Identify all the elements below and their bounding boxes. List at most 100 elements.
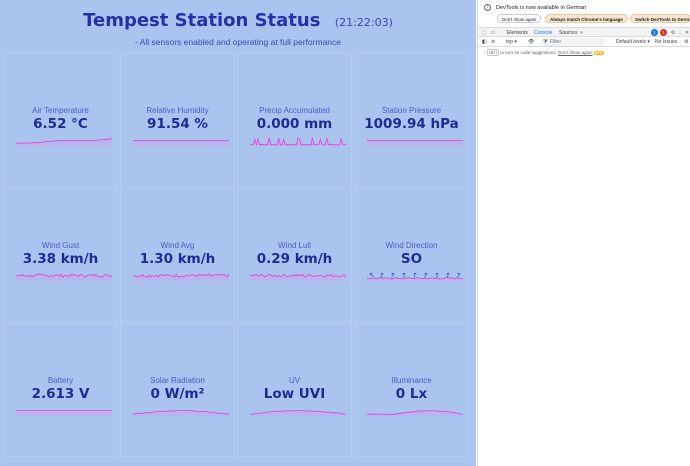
info-count-badge[interactable]: 1 — [651, 29, 658, 36]
context-selector[interactable]: top ▾ — [506, 39, 517, 45]
devtools-panel: i DevTools is now available in German Do… — [477, 0, 690, 466]
error-count-badge[interactable]: 1 — [660, 29, 667, 36]
status-time: (21:22:03) — [334, 16, 393, 29]
sparkline-area — [133, 140, 229, 146]
title-row: Tempest Station Status (21:22:03) — [0, 10, 476, 31]
tile-uv: UV Low UVI — [237, 323, 352, 457]
sparkline-wind-direction — [366, 272, 464, 281]
sparkline-area — [16, 410, 112, 416]
suggestion-text: to turn on code suggestions. — [500, 50, 557, 55]
tile-wind-direction: Wind Direction SO — [354, 188, 469, 322]
tile-label: Relative Humidity — [146, 106, 209, 115]
tile-label: Illuminance — [391, 376, 432, 385]
tile-illuminance: Illuminance 0 Lx — [354, 323, 469, 457]
tile-station-pressure: Station Pressure 1009.94 hPa — [354, 53, 469, 187]
match-language-button[interactable]: Always match Chrome's language — [545, 14, 628, 23]
devtools-tabbar: ⬚ ▭ Elements Console Sources » 1 1 ⚙ ⋮ ✕ — [478, 27, 690, 38]
issues-count[interactable]: No Issues — [655, 39, 677, 45]
tab-sources[interactable]: Sources — [559, 29, 577, 37]
sparkline-battery — [16, 410, 112, 416]
tile-value: Low UVI — [263, 386, 326, 402]
eye-icon[interactable]: 👁 — [528, 39, 534, 45]
prompt-icon: › — [484, 50, 486, 55]
tile-label: Wind Lull — [278, 241, 311, 250]
sparkline-relative-humidity — [133, 140, 229, 146]
tile-battery: Battery 2.613 V — [3, 323, 118, 457]
tile-solar-radiation: Solar Radiation 0 W/m² — [120, 323, 235, 457]
tile-value: SO — [400, 251, 423, 267]
filter-icon: ⧩ — [543, 39, 548, 45]
tile-value: 6.52 °C — [33, 116, 88, 132]
device-toolbar-icon[interactable]: ▭ — [490, 30, 496, 36]
sparkline-uv — [249, 410, 347, 416]
dont-show-again-link[interactable]: Don't show again — [558, 50, 592, 55]
tile-wind-gust: Wind Gust 3.38 km/h — [3, 188, 118, 322]
tile-label: Solar Radiation — [150, 376, 205, 385]
tile-label: Wind Avg — [160, 241, 195, 250]
tile-label: Air Temperature — [32, 106, 89, 115]
dashboard-header: Tempest Station Status (21:22:03) - All … — [0, 0, 476, 52]
log-levels-dropdown[interactable]: Default levels ▾ — [616, 39, 650, 45]
wind-arrow-icon — [402, 272, 406, 278]
tile-value: 0.000 mm — [256, 116, 333, 132]
sparkline-area — [367, 277, 463, 281]
tile-label: Precip Accumulated — [259, 106, 330, 115]
settings-icon[interactable]: ⚙ — [670, 30, 676, 36]
new-badge: NEW — [593, 51, 604, 55]
tile-label: Battery — [47, 376, 74, 385]
sparkline-precip-accumulated — [250, 137, 347, 147]
status-message: - All sensors enabled and operating at f… — [134, 37, 341, 47]
page-title: Tempest Station Status — [83, 10, 321, 31]
dont-show-again-button[interactable]: Don't show again — [497, 14, 542, 23]
language-notice: i DevTools is now available in German Do… — [478, 0, 690, 27]
sparkline-station-pressure — [367, 140, 463, 146]
tile-value: 1009.94 hPa — [364, 116, 459, 132]
wind-arrow-icon — [413, 272, 417, 278]
tile-value: 0 Lx — [395, 386, 428, 402]
wind-arrow-icon — [391, 272, 395, 278]
sparkline-wind-gust — [15, 273, 113, 281]
tile-value: 2.613 V — [31, 386, 90, 402]
tile-value: 91.54 % — [147, 116, 208, 132]
sparkline-area — [250, 274, 346, 281]
sparkline-solar-radiation — [132, 409, 230, 416]
filter-input[interactable] — [550, 38, 604, 46]
close-icon[interactable]: ✕ — [684, 30, 690, 36]
wind-arrow-icon — [435, 272, 439, 278]
tile-value: 3.38 km/h — [22, 251, 99, 267]
shortcut-key: ctrl i — [486, 49, 500, 56]
tile-label: UV — [288, 376, 301, 385]
tile-wind-avg: Wind Avg 1.30 km/h — [120, 188, 235, 322]
wind-arrow-icon — [369, 272, 374, 278]
tile-wind-lull: Wind Lull 0.29 km/h — [237, 188, 352, 322]
inspect-element-icon[interactable]: ⬚ — [481, 30, 487, 36]
tile-precip-accumulated: Precip Accumulated 0.000 mm — [237, 53, 352, 187]
sparkline-area — [367, 410, 463, 416]
tile-relative-humidity: Relative Humidity 91.54 % — [120, 53, 235, 187]
filter-box[interactable]: ⧩ — [541, 38, 605, 46]
wind-arrow-icon — [424, 272, 428, 278]
notice-text: DevTools is now available in German — [496, 5, 587, 11]
sparkline-wind-lull — [249, 273, 347, 281]
sparkline-area — [250, 410, 346, 416]
info-icon: i — [484, 4, 491, 11]
tile-label: Wind Gust — [41, 241, 80, 250]
console-toolbar: ◧ ⊘ top ▾ 👁 ⧩ Default levels ▾ No Issues… — [478, 37, 690, 47]
tile-label: Wind Direction — [385, 241, 438, 250]
tile-air-temperature: Air Temperature 6.52 °C — [3, 53, 118, 187]
sparkline-area — [367, 140, 463, 146]
tile-value: 0 W/m² — [150, 386, 205, 402]
weather-dashboard: Tempest Station Status (21:22:03) - All … — [0, 0, 476, 466]
console-settings-icon[interactable]: ⚙ — [684, 39, 688, 45]
sparkline-wind-avg — [132, 273, 230, 281]
tile-label: Station Pressure — [381, 106, 442, 115]
switch-language-button[interactable]: Switch DevTools to German — [630, 14, 690, 23]
tile-value: 0.29 km/h — [256, 251, 333, 267]
sidebar-toggle-icon[interactable]: ◧ — [482, 39, 487, 45]
sparkline-air-temperature — [16, 138, 113, 146]
tab-elements[interactable]: Elements — [507, 29, 528, 37]
more-options-icon[interactable]: ⋮ — [677, 30, 683, 36]
sensor-grid: Air Temperature 6.52 °C Relative Humidit… — [3, 53, 474, 463]
clear-console-icon[interactable]: ⊘ — [491, 39, 495, 45]
more-tabs-button[interactable]: » — [580, 29, 583, 37]
